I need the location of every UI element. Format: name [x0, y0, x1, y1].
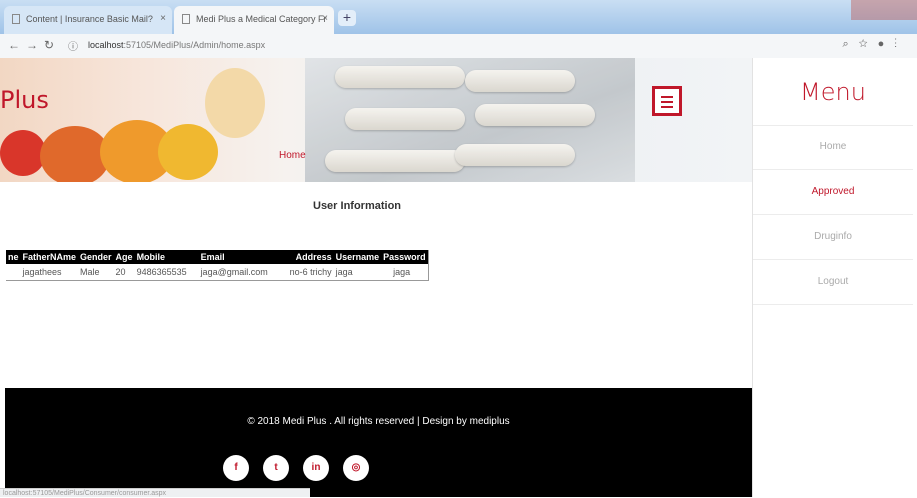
pill-shape	[475, 104, 595, 126]
table-cell	[6, 264, 21, 281]
sidebar-item-home[interactable]: Home	[753, 125, 913, 170]
twitter-icon[interactable]: t	[263, 455, 289, 481]
column-header: FatherNAme	[20, 250, 79, 264]
table-cell: jaga	[381, 264, 429, 281]
hero-banner: Plus Home	[0, 58, 752, 182]
facebook-icon[interactable]: f	[223, 455, 249, 481]
pill-shape	[455, 144, 575, 166]
page-footer: © 2018 Medi Plus . All rights reserved |…	[5, 388, 752, 497]
pill-shape	[335, 66, 465, 88]
pill-shape	[325, 150, 465, 172]
column-header: Password	[381, 250, 429, 264]
forward-icon[interactable]: →	[26, 38, 38, 52]
hamburger-line	[661, 106, 673, 108]
sidebar-item-approved[interactable]: Approved	[753, 170, 913, 215]
table-header-row: ne FatherNAme Gender Age Mobile Email Ad…	[6, 250, 429, 264]
table-cell: jaga@gmail.com	[198, 264, 288, 281]
column-header: Gender	[78, 250, 114, 264]
pill-shape	[465, 70, 575, 92]
back-icon[interactable]: ←	[8, 38, 20, 52]
browser-tab-strip: Content | Insurance Basic Mail? × Medi P…	[0, 0, 917, 34]
window-controls[interactable]	[851, 0, 917, 20]
browser-status-bar: localhost:57105/MediPlus/Consumer/consum…	[0, 488, 310, 497]
close-icon[interactable]: ×	[322, 13, 328, 24]
tab-title: Content | Insurance Basic Mail?	[26, 14, 153, 24]
page-icon	[182, 14, 190, 24]
instagram-icon[interactable]: ◎	[343, 455, 369, 481]
menu-title: Menu	[800, 78, 866, 106]
table-row: jagathees Male 20 9486365535 jaga@gmail.…	[6, 264, 429, 281]
table-cell: Male	[78, 264, 114, 281]
fruit-image	[158, 124, 218, 180]
brand-logo-text[interactable]: Plus	[0, 86, 49, 114]
page-icon	[12, 14, 20, 24]
linkedin-icon[interactable]: in	[303, 455, 329, 481]
column-header: Email	[198, 250, 288, 264]
table-cell: 20	[113, 264, 135, 281]
address-bar: ← → ↻ ⓘ localhost:57105/MediPlus/Admin/h…	[0, 34, 917, 59]
toolbar-icons[interactable]: ⌕☆●⋮	[842, 38, 907, 51]
hamburger-line	[661, 96, 673, 98]
column-header: Username	[333, 250, 382, 264]
pill-shape	[345, 108, 465, 130]
menu-toggle-button[interactable]	[652, 86, 682, 116]
url-field[interactable]: localhost:57105/MediPlus/Admin/home.aspx	[88, 40, 265, 50]
sidebar-item-druginfo[interactable]: Druginfo	[753, 215, 913, 260]
fruit-image	[205, 68, 265, 138]
sidebar-menu: Menu Home Approved Druginfo Logout	[752, 58, 917, 497]
tab-title: Medi Plus a Medical Category Fr	[196, 14, 327, 24]
copyright-text: © 2018 Medi Plus . All rights reserved |…	[247, 416, 510, 427]
new-tab-button[interactable]: +	[338, 10, 356, 26]
table-cell: jagathees	[20, 264, 79, 281]
browser-tab-inactive[interactable]: Content | Insurance Basic Mail? ×	[4, 6, 172, 34]
info-icon[interactable]: ⓘ	[68, 38, 78, 53]
column-header: Age	[113, 250, 135, 264]
table-cell: 9486365535	[134, 264, 199, 281]
home-link[interactable]: Home	[279, 150, 306, 161]
column-header: ne	[6, 250, 21, 264]
browser-tab-active[interactable]: Medi Plus a Medical Category Fr ×	[174, 6, 334, 34]
pills-image	[305, 58, 635, 182]
column-header: Address	[287, 250, 334, 264]
hamburger-line	[661, 101, 673, 103]
table-cell: no-6 trichy	[287, 264, 334, 281]
user-info-table: ne FatherNAme Gender Age Mobile Email Ad…	[6, 250, 429, 281]
close-icon[interactable]: ×	[160, 13, 166, 24]
table-cell: jaga	[333, 264, 382, 281]
sidebar-item-logout[interactable]: Logout	[753, 260, 913, 305]
page-title: User Information	[313, 200, 402, 212]
reload-icon[interactable]: ↻	[44, 38, 54, 52]
column-header: Mobile	[134, 250, 199, 264]
